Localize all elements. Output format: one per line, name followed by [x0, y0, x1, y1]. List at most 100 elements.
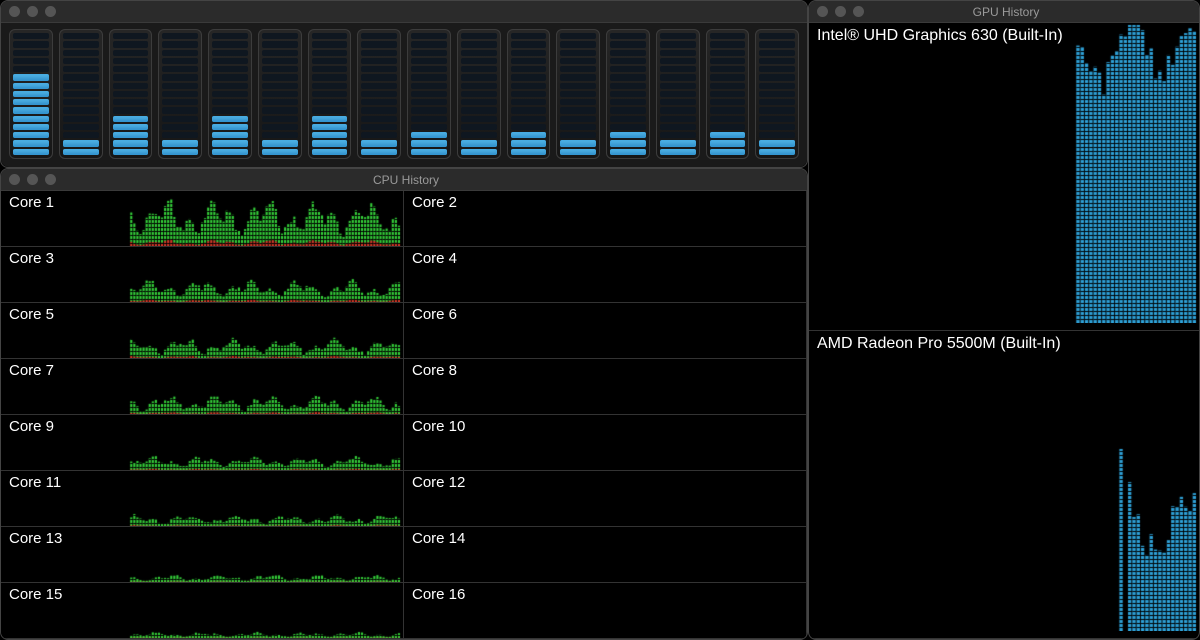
- cpu-meter-core-7: [308, 29, 352, 159]
- meter-segment: [560, 116, 596, 122]
- meter-segment: [560, 58, 596, 64]
- core-history-chart: [404, 471, 804, 527]
- minimize-icon[interactable]: [27, 6, 38, 17]
- meter-segment: [660, 124, 696, 130]
- gpu-history-list: Intel® UHD Graphics 630 (Built-In)AMD Ra…: [809, 23, 1199, 639]
- meter-segment: [361, 50, 397, 56]
- gpu-history-window[interactable]: GPU History Intel® UHD Graphics 630 (Bui…: [808, 0, 1200, 640]
- meter-segment: [262, 50, 298, 56]
- core-history-core-7: Core 7: [1, 359, 404, 415]
- core-history-core-1: Core 1: [1, 191, 404, 247]
- meter-segment: [312, 33, 348, 39]
- gpu-history-chart: [809, 331, 1197, 631]
- window-title: GPU History: [821, 5, 1191, 19]
- close-icon[interactable]: [9, 6, 20, 17]
- meter-segment: [610, 74, 646, 80]
- meter-segment: [411, 124, 447, 130]
- meter-segment: [511, 58, 547, 64]
- zoom-icon[interactable]: [45, 6, 56, 17]
- meter-segment: [63, 140, 99, 146]
- meter-segment: [361, 107, 397, 113]
- meter-segment: [162, 107, 198, 113]
- core-history-core-15: Core 15: [1, 583, 404, 639]
- meter-segment: [759, 91, 795, 97]
- meter-segment: [312, 83, 348, 89]
- core-history-core-4: Core 4: [404, 247, 807, 303]
- meter-segment: [610, 107, 646, 113]
- meter-segment: [13, 124, 49, 130]
- meter-segment: [560, 140, 596, 146]
- meter-segment: [511, 149, 547, 155]
- meter-segment: [610, 140, 646, 146]
- meter-segment: [610, 116, 646, 122]
- meter-segment: [63, 91, 99, 97]
- meter-segment: [511, 83, 547, 89]
- meter-segment: [660, 116, 696, 122]
- meter-segment: [262, 74, 298, 80]
- meter-segment: [113, 83, 149, 89]
- meter-segment: [113, 149, 149, 155]
- meter-segment: [660, 74, 696, 80]
- cpu-history-window[interactable]: CPU History Core 1Core 2Core 3Core 4Core…: [0, 168, 808, 640]
- core-history-chart: [1, 359, 401, 415]
- meter-segment: [511, 107, 547, 113]
- meter-segment: [610, 124, 646, 130]
- titlebar[interactable]: GPU History: [809, 1, 1199, 23]
- meter-segment: [560, 83, 596, 89]
- meter-segment: [162, 58, 198, 64]
- meter-segment: [262, 41, 298, 47]
- core-history-chart: [404, 359, 804, 415]
- meter-segment: [710, 41, 746, 47]
- meter-segment: [361, 66, 397, 72]
- meter-segment: [63, 99, 99, 105]
- meter-segment: [262, 149, 298, 155]
- meter-segment: [361, 33, 397, 39]
- meter-segment: [710, 91, 746, 97]
- core-history-chart: [1, 191, 401, 247]
- meter-segment: [511, 66, 547, 72]
- meter-segment: [660, 99, 696, 105]
- meter-segment: [312, 99, 348, 105]
- meter-segment: [113, 91, 149, 97]
- meter-segment: [710, 50, 746, 56]
- meter-segment: [511, 140, 547, 146]
- core-history-chart: [404, 527, 804, 583]
- core-history-core-11: Core 11: [1, 471, 404, 527]
- meter-segment: [560, 124, 596, 130]
- meter-segment: [759, 124, 795, 130]
- meter-segment: [610, 58, 646, 64]
- meter-segment: [312, 140, 348, 146]
- meter-segment: [162, 50, 198, 56]
- meter-segment: [113, 50, 149, 56]
- core-history-core-6: Core 6: [404, 303, 807, 359]
- meter-segment: [511, 50, 547, 56]
- core-history-core-3: Core 3: [1, 247, 404, 303]
- meter-segment: [461, 91, 497, 97]
- cpu-meter-core-9: [407, 29, 451, 159]
- meter-segment: [212, 58, 248, 64]
- meter-segment: [560, 91, 596, 97]
- meter-segment: [610, 149, 646, 155]
- meter-segment: [113, 124, 149, 130]
- core-history-core-5: Core 5: [1, 303, 404, 359]
- meter-segment: [361, 132, 397, 138]
- cpu-meters-window[interactable]: [0, 0, 808, 168]
- core-history-chart: [404, 303, 804, 359]
- meter-segment: [63, 33, 99, 39]
- meter-segment: [361, 41, 397, 47]
- meter-segment: [262, 99, 298, 105]
- meter-segment: [312, 74, 348, 80]
- meter-segment: [759, 83, 795, 89]
- core-history-core-13: Core 13: [1, 527, 404, 583]
- core-history-core-9: Core 9: [1, 415, 404, 471]
- meter-segment: [361, 149, 397, 155]
- core-history-core-8: Core 8: [404, 359, 807, 415]
- meter-segment: [411, 140, 447, 146]
- meter-segment: [262, 107, 298, 113]
- meter-segment: [411, 91, 447, 97]
- titlebar[interactable]: [1, 1, 807, 23]
- meter-segment: [660, 107, 696, 113]
- titlebar[interactable]: CPU History: [1, 169, 807, 191]
- meter-segment: [162, 99, 198, 105]
- meter-segment: [560, 33, 596, 39]
